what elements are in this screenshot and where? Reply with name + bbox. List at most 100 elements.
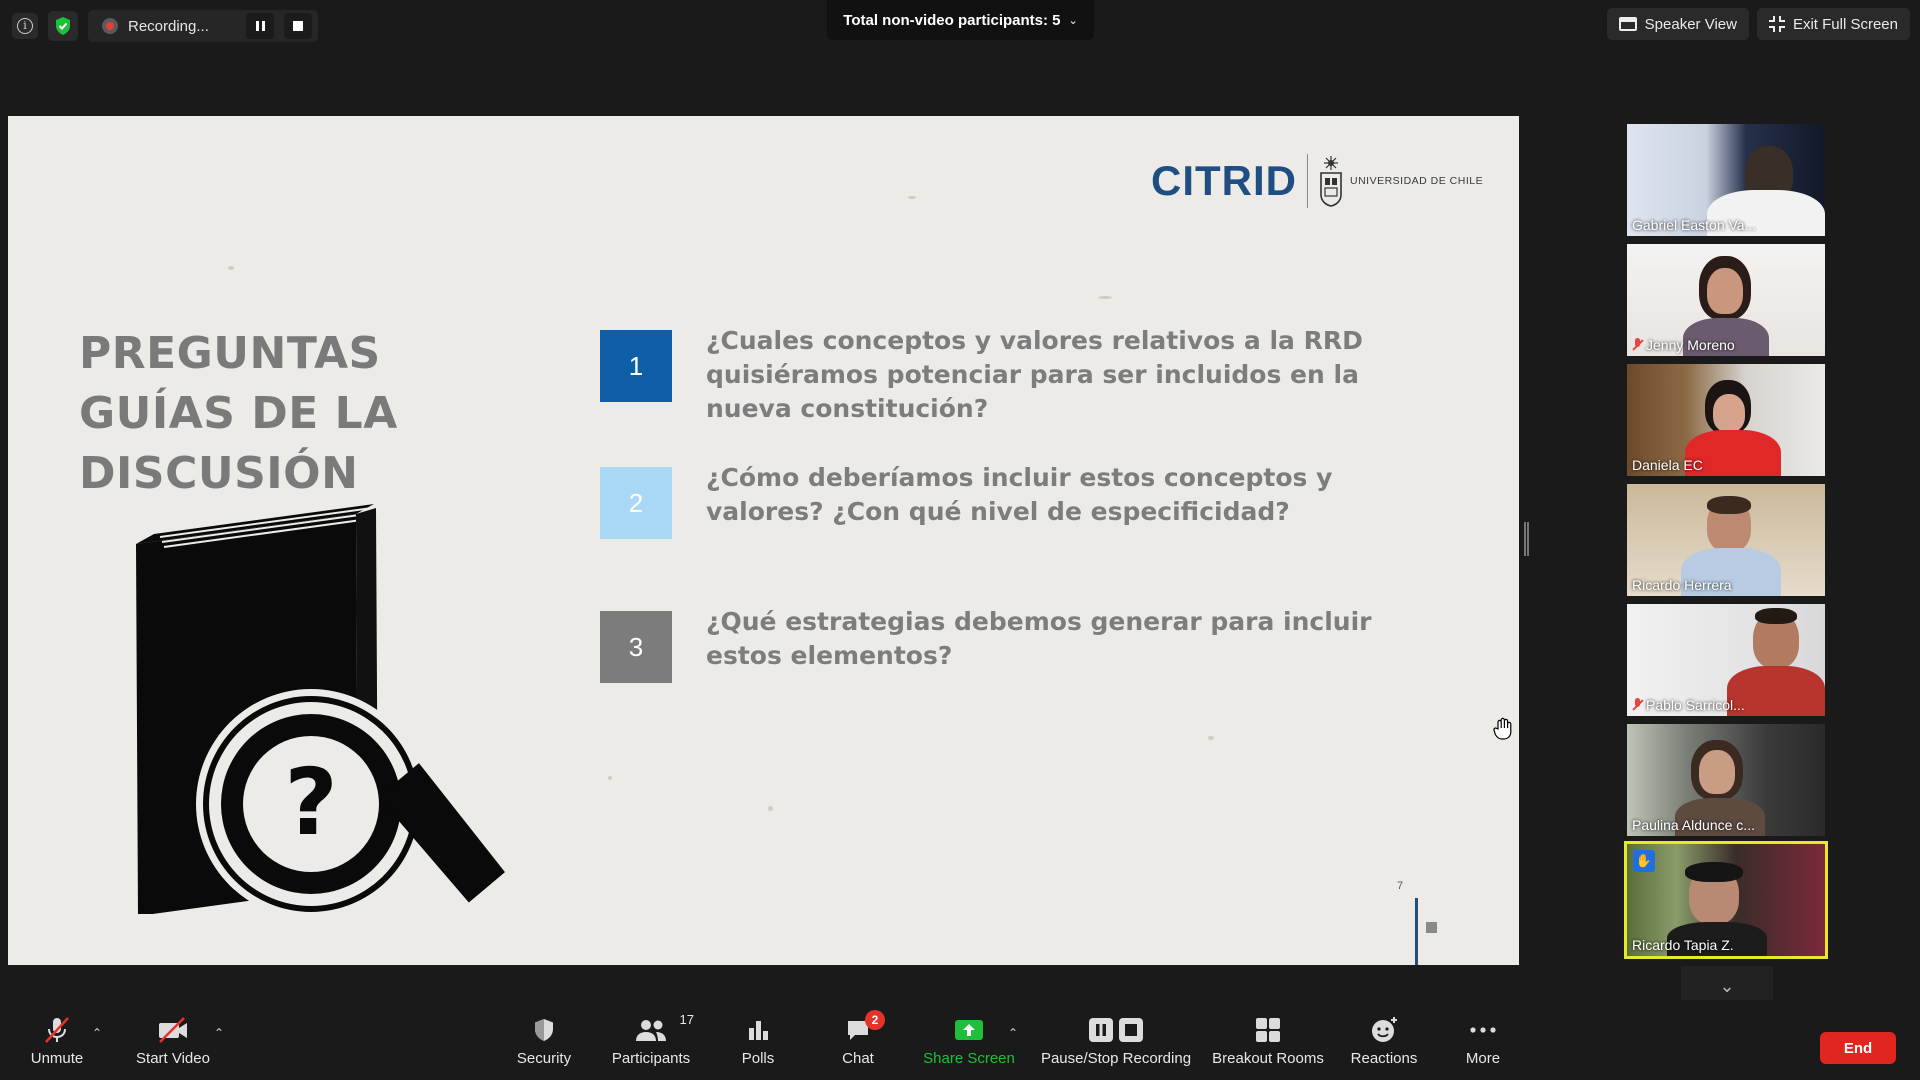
participant-name: Gabriel Easton Va... (1632, 217, 1757, 233)
citrid-logo: CITRID UNIVERSIDAD DE CHILE (1151, 154, 1483, 208)
recording-dot-icon (102, 18, 118, 34)
university-crest-icon (1320, 156, 1342, 207)
speaker-view-label: Speaker View (1644, 15, 1737, 33)
slide-title: PREGUNTAS GUÍAS DE LA DISCUSIÓN (79, 328, 398, 499)
participant-tile[interactable]: Paulina Aldunce c... (1627, 724, 1825, 836)
question-number-box: 1 (600, 330, 672, 402)
top-right-controls: Speaker View Exit Full Screen (1606, 8, 1910, 40)
mic-muted-icon (45, 1017, 69, 1043)
question-number-box: 2 (600, 467, 672, 539)
muted-mic-icon (1632, 698, 1644, 712)
page-accent-square (1426, 922, 1437, 933)
page-number: 7 (1397, 880, 1404, 892)
question-item: 2 ¿Cómo deberíamos incluir estos concept… (600, 463, 1436, 539)
top-left-controls: i Recording... (12, 10, 318, 42)
end-meeting-button[interactable]: End (1820, 1032, 1896, 1064)
reactions-button[interactable]: Reactions (1351, 1014, 1417, 1067)
participant-name: Pablo Sarricol... (1632, 697, 1745, 713)
logo-wordmark: CITRID (1151, 157, 1297, 204)
security-button[interactable]: Security (516, 1014, 572, 1067)
participant-name: Ricardo Herrera (1632, 577, 1732, 593)
participant-tile[interactable]: Ricardo Herrera (1627, 484, 1825, 596)
chat-label: Chat (842, 1050, 874, 1067)
participants-count: 17 (679, 1012, 694, 1027)
start-video-button[interactable]: Start Video (135, 1014, 211, 1067)
participants-button[interactable]: 17 Participants (609, 1012, 694, 1067)
more-label: More (1465, 1050, 1501, 1067)
unmute-label: Unmute (30, 1050, 84, 1067)
video-off-icon (159, 1017, 187, 1043)
participant-name: Paulina Aldunce c... (1632, 817, 1755, 833)
question-text: ¿Cómo deberíamos incluir estos conceptos… (706, 463, 1333, 526)
participant-tile[interactable]: Pablo Sarricol... (1627, 604, 1825, 716)
non-video-participants-label: Total non-video participants: 5 (843, 11, 1061, 29)
gallery-resize-handle[interactable] (1524, 522, 1529, 556)
hand-cursor-icon (1493, 717, 1512, 740)
participants-label: Participants (611, 1050, 691, 1067)
breakout-rooms-label: Breakout Rooms (1212, 1050, 1324, 1067)
participant-name: Ricardo Tapia Z. (1632, 937, 1734, 953)
stop-recording-button[interactable] (284, 13, 312, 39)
participant-tile[interactable]: Gabriel Easton Va... (1627, 124, 1825, 236)
question-text: ¿Qué estrategias debemos generar para in… (706, 607, 1372, 670)
video-options-caret-icon[interactable]: ⌃ (214, 1026, 224, 1040)
chevron-down-icon: ⌄ (1068, 14, 1078, 27)
question-item: 3 ¿Qué estrategias debemos generar para … (600, 607, 1436, 683)
recording-indicator: Recording... (88, 10, 318, 42)
chevron-down-icon: ⌄ (1719, 975, 1735, 996)
chat-button[interactable]: 2 Chat (838, 1010, 885, 1067)
share-screen-icon (955, 1020, 983, 1040)
smiley-plus-icon (1372, 1017, 1397, 1042)
book-magnifier-icon: ? (136, 504, 505, 914)
more-button[interactable]: More (1463, 1014, 1503, 1067)
pause-stop-recording-icon (1089, 1018, 1143, 1042)
stop-icon (293, 21, 303, 31)
more-dots-icon (1470, 1027, 1496, 1033)
university-logo: UNIVERSIDAD DE CHILE (1318, 155, 1483, 207)
muted-mic-icon (1632, 338, 1644, 352)
question-number-box: 3 (600, 611, 672, 683)
exit-fullscreen-label: Exit Full Screen (1792, 15, 1898, 33)
breakout-rooms-icon (1256, 1018, 1280, 1042)
pause-stop-recording-label: Pause/Stop Recording (1040, 1050, 1192, 1067)
encryption-shield-button[interactable] (48, 11, 78, 41)
pause-stop-recording-button[interactable]: Pause/Stop Recording (1040, 1014, 1192, 1067)
page-accent-line (1415, 898, 1418, 965)
security-label: Security (516, 1050, 572, 1067)
svg-text:?: ? (284, 749, 337, 856)
participant-name: Jenny Moreno (1632, 337, 1735, 353)
polls-button[interactable]: Polls (738, 1014, 778, 1067)
unmute-button[interactable]: Unmute (29, 1014, 85, 1067)
participants-icon (636, 1020, 666, 1041)
polls-label: Polls (741, 1050, 775, 1067)
bar-chart-icon (749, 1021, 768, 1040)
shield-icon (535, 1019, 553, 1041)
share-screen-button[interactable]: Share Screen (923, 1014, 1015, 1067)
question-text: ¿Cuales conceptos y valores relativos a … (706, 326, 1363, 423)
question-item: 1 ¿Cuales conceptos y valores relativos … (600, 326, 1436, 426)
logo-separator (1307, 154, 1308, 208)
audio-options-caret-icon[interactable]: ⌃ (92, 1026, 102, 1040)
pause-recording-button[interactable] (246, 13, 274, 39)
end-label: End (1843, 1039, 1873, 1057)
speaker-view-button[interactable]: Speaker View (1606, 8, 1749, 40)
university-name: UNIVERSIDAD DE CHILE (1350, 175, 1484, 187)
recording-label: Recording... (128, 17, 209, 35)
exit-fullscreen-button[interactable]: Exit Full Screen (1756, 8, 1910, 40)
meeting-info-button[interactable]: i (12, 13, 38, 39)
chat-unread-badge: 2 (865, 1010, 885, 1030)
reactions-label: Reactions (1350, 1050, 1418, 1067)
participant-name: Daniela EC (1632, 457, 1703, 473)
raised-hand-icon: ✋ (1633, 850, 1655, 872)
pause-icon (255, 21, 265, 31)
speaker-view-icon (1618, 17, 1637, 31)
participant-tile-active-speaker[interactable]: ✋ Ricardo Tapia Z. (1624, 841, 1828, 959)
start-video-label: Start Video (136, 1050, 210, 1067)
share-options-caret-icon[interactable]: ⌃ (1008, 1026, 1018, 1040)
participant-tile[interactable]: Daniela EC (1627, 364, 1825, 476)
share-screen-label: Share Screen (923, 1050, 1015, 1067)
breakout-rooms-button[interactable]: Breakout Rooms (1211, 1014, 1325, 1067)
shield-check-icon (56, 17, 70, 35)
non-video-participants-dropdown[interactable]: Total non-video participants: 5 ⌄ (827, 0, 1094, 40)
participant-tile[interactable]: Jenny Moreno (1627, 244, 1825, 356)
